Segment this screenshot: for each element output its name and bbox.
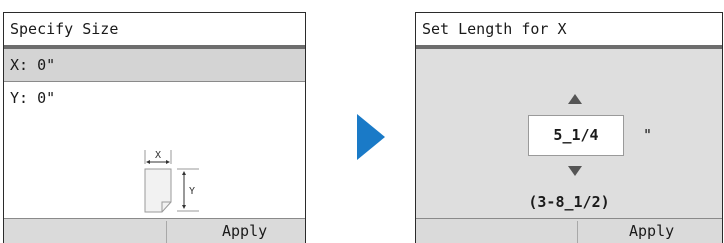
diagram-x-label: X [155, 150, 161, 161]
screen-title: Set Length for X [416, 13, 722, 49]
increase-arrow-icon[interactable] [568, 94, 582, 104]
next-step-arrow-icon [357, 114, 385, 160]
set-length-body: 5_1/4 " (3-8_1/2) [416, 49, 722, 219]
set-length-screen: Set Length for X 5_1/4 " (3-8_1/2) Apply [415, 12, 723, 243]
softkey-bar: Apply [416, 218, 722, 243]
apply-button[interactable]: Apply [222, 219, 267, 243]
diagram-y-label: Y [189, 186, 195, 197]
screen-title: Specify Size [4, 13, 305, 49]
apply-button[interactable]: Apply [629, 219, 674, 243]
length-value-field[interactable]: 5_1/4 [528, 115, 624, 156]
softkey-bar: Apply [4, 218, 305, 243]
size-row-x[interactable]: X: 0" [4, 49, 305, 82]
length-range: (3-8_1/2) [528, 193, 610, 211]
length-unit: " [643, 126, 653, 144]
specify-size-screen: Specify Size X: 0" Y: 0" X Y Apply [3, 12, 306, 243]
softkey-divider [166, 221, 167, 243]
specify-size-body: X: 0" Y: 0" X Y [4, 49, 305, 219]
paper-size-diagram-icon: X Y [144, 150, 199, 213]
decrease-arrow-icon[interactable] [568, 166, 582, 176]
softkey-divider [577, 221, 578, 243]
size-row-y[interactable]: Y: 0" [4, 82, 305, 115]
